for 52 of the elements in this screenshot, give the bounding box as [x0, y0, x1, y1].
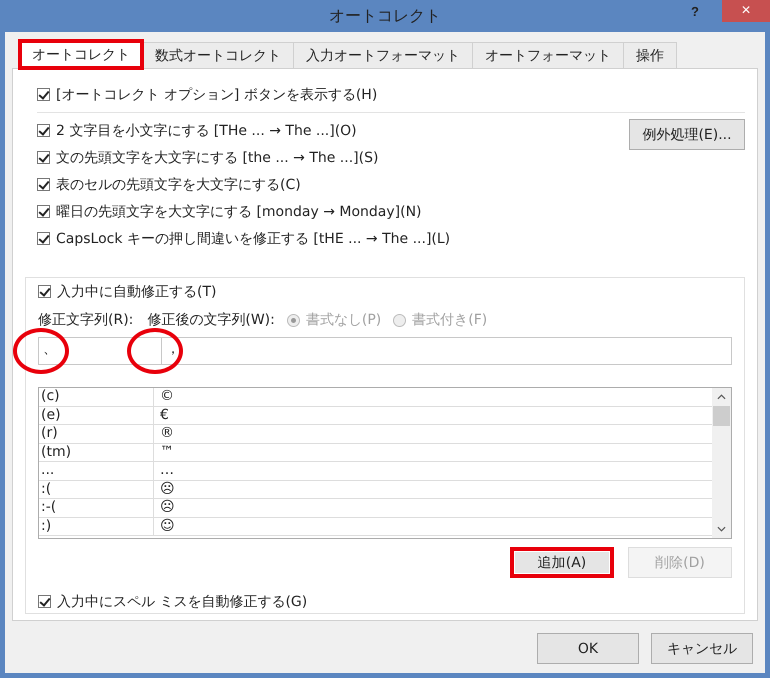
tab[interactable]: 操作: [623, 42, 677, 68]
table-cell: (c): [39, 388, 154, 406]
field-label: 修正後の文字列(W):: [147, 311, 275, 329]
table-cell-text: ☹: [159, 480, 175, 498]
list-button[interactable]: 追加(A): [510, 547, 614, 578]
checkbox-label: 入力中に自動修正する(T): [57, 282, 216, 300]
close-button[interactable]: ×: [722, 0, 770, 22]
checkbox-label: CapsLock キーの押し間違いを修正する [tHE ... → The ...](L): [56, 230, 450, 248]
exceptions-button[interactable]: 例外処理(E)...: [629, 119, 745, 150]
checkbox[interactable]: [38, 285, 51, 298]
tab[interactable]: オートフォーマット: [472, 42, 624, 68]
table-cell-text: …: [159, 462, 174, 480]
scroll-thumb[interactable]: [713, 406, 730, 426]
checkbox-label: [オートコレクト オプション] ボタンを表示する(H): [56, 86, 378, 104]
checkbox[interactable]: [37, 124, 50, 137]
table-cell: ...: [39, 462, 154, 480]
table-cell-text: ™: [159, 444, 174, 461]
table-cell-text: ☹: [159, 499, 175, 516]
table-cell: :(: [39, 480, 154, 498]
table-cell: (e): [39, 406, 154, 424]
table-cell: (tm): [39, 444, 154, 461]
radio-label: 書式なし(P): [306, 311, 382, 329]
tab[interactable]: 数式オートコレクト: [142, 42, 294, 68]
tab[interactable]: 入力オートフォーマット: [293, 42, 473, 68]
checkbox-label: 2 文字目を小文字にする [THe ... → The ...](O): [56, 122, 357, 140]
table-cell-text: ☺: [159, 518, 175, 535]
tab[interactable]: オートコレクト: [19, 40, 143, 69]
window-title: オートコレクト: [329, 6, 441, 26]
cancel-button[interactable]: キャンセル: [651, 633, 753, 664]
scroll-down-icon[interactable]: [717, 526, 726, 532]
table-cell: (r): [39, 425, 154, 442]
checkbox-label: 曜日の先頭文字を大文字にする [monday → Monday](N): [56, 202, 422, 220]
table-cell: :): [39, 518, 154, 535]
table-cell-text: ©: [159, 388, 174, 406]
ok-button[interactable]: OK: [537, 633, 639, 664]
checkbox[interactable]: [37, 88, 50, 101]
checkbox-label: 表のセルの先頭文字を大文字にする(C): [56, 176, 301, 194]
checkbox[interactable]: [37, 205, 50, 218]
table-cell: :-(: [39, 499, 154, 516]
checkbox[interactable]: [37, 178, 50, 191]
scroll-up-icon[interactable]: [717, 394, 726, 400]
checkbox-label: 入力中にスペル ミスを自動修正する(G): [57, 592, 308, 610]
scrollbar[interactable]: [712, 388, 731, 538]
table-cell-text: €: [159, 406, 169, 424]
checkbox[interactable]: [37, 232, 50, 245]
checkbox-label: 文の先頭文字を大文字にする [the ... → The ...](S): [56, 148, 378, 166]
radio-label: 書式付き(F): [412, 311, 488, 329]
field-label: 修正文字列(R):: [38, 311, 134, 329]
checkbox[interactable]: [37, 151, 50, 164]
table-cell-text: ®: [159, 425, 174, 442]
checkbox[interactable]: [38, 595, 51, 608]
help-button[interactable]: ?: [685, 0, 705, 22]
